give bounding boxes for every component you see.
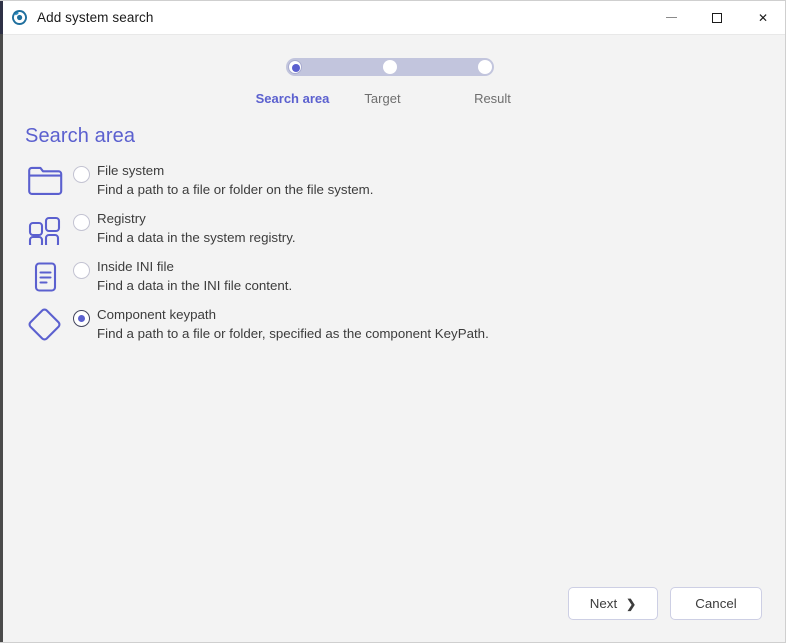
- stepper-labels: Search area Target Result: [230, 91, 550, 111]
- window-controls: ✕: [648, 1, 785, 34]
- option-row-component-keypath[interactable]: Component keypath Find a path to a file …: [0, 301, 785, 349]
- maximize-icon: [712, 12, 722, 23]
- chevron-right-icon: ❯: [626, 596, 637, 611]
- dialog-content: Search area Target Result Search area Fi…: [0, 34, 785, 642]
- cancel-button-label: Cancel: [695, 596, 737, 611]
- window-title: Add system search: [37, 10, 154, 25]
- app-logo-icon: [11, 9, 28, 26]
- folder-icon: [24, 160, 66, 202]
- option-row-registry[interactable]: Registry Find a data in the system regis…: [0, 205, 785, 253]
- option-row-inside-ini-file[interactable]: Inside INI file Find a data in the INI f…: [0, 253, 785, 301]
- close-button[interactable]: ✕: [740, 1, 785, 34]
- registry-grid-icon: [24, 208, 66, 250]
- step-label-result: Result: [474, 91, 511, 106]
- option-text-inside-ini-file: Inside INI file Find a data in the INI f…: [97, 258, 292, 296]
- step-label-search-area: Search area: [255, 91, 330, 106]
- option-title-inside-ini-file: Inside INI file: [97, 259, 174, 274]
- ini-file-icon: [24, 256, 66, 298]
- radio-registry[interactable]: [73, 214, 90, 231]
- option-text-registry: Registry Find a data in the system regis…: [97, 210, 296, 248]
- option-title-file-system: File system: [97, 163, 165, 178]
- option-title-component-keypath: Component keypath: [97, 307, 217, 322]
- minimize-button[interactable]: [648, 1, 694, 34]
- step-dot-target[interactable]: [383, 60, 397, 74]
- dialog-window: Add system search ✕ Search area Target R…: [0, 0, 786, 643]
- option-desc-component-keypath: Find a path to a file or folder, specifi…: [97, 326, 489, 341]
- next-button[interactable]: Next ❯: [568, 587, 658, 620]
- close-icon: ✕: [757, 10, 769, 25]
- radio-component-keypath[interactable]: [73, 310, 90, 327]
- step-label-target: Target: [364, 91, 401, 106]
- step-dot-search-area[interactable]: [288, 60, 302, 74]
- cancel-button[interactable]: Cancel: [670, 587, 762, 620]
- option-title-registry: Registry: [97, 211, 146, 226]
- option-text-file-system: File system Find a path to a file or fol…: [97, 162, 373, 200]
- option-desc-file-system: Find a path to a file or folder on the f…: [97, 182, 374, 197]
- option-text-component-keypath: Component keypath Find a path to a file …: [97, 306, 489, 344]
- minimize-icon: [665, 17, 677, 18]
- window-left-accent-lower: [0, 34, 3, 642]
- title-bar: Add system search ✕: [0, 1, 785, 35]
- search-area-option-list: File system Find a path to a file or fol…: [0, 157, 785, 349]
- diamond-keypath-icon: [24, 304, 66, 346]
- radio-inside-ini-file[interactable]: [73, 262, 90, 279]
- page-title: Search area: [25, 125, 136, 147]
- option-desc-registry: Find a data in the system registry.: [97, 230, 296, 245]
- maximize-button[interactable]: [694, 1, 740, 34]
- option-desc-inside-ini-file: Find a data in the INI file content.: [97, 278, 293, 293]
- radio-file-system[interactable]: [73, 166, 90, 183]
- wizard-stepper: [286, 58, 494, 76]
- option-row-file-system[interactable]: File system Find a path to a file or fol…: [0, 157, 785, 205]
- dialog-footer: Next ❯ Cancel: [0, 578, 785, 642]
- next-button-label: Next: [589, 596, 618, 611]
- step-dot-result[interactable]: [478, 60, 492, 74]
